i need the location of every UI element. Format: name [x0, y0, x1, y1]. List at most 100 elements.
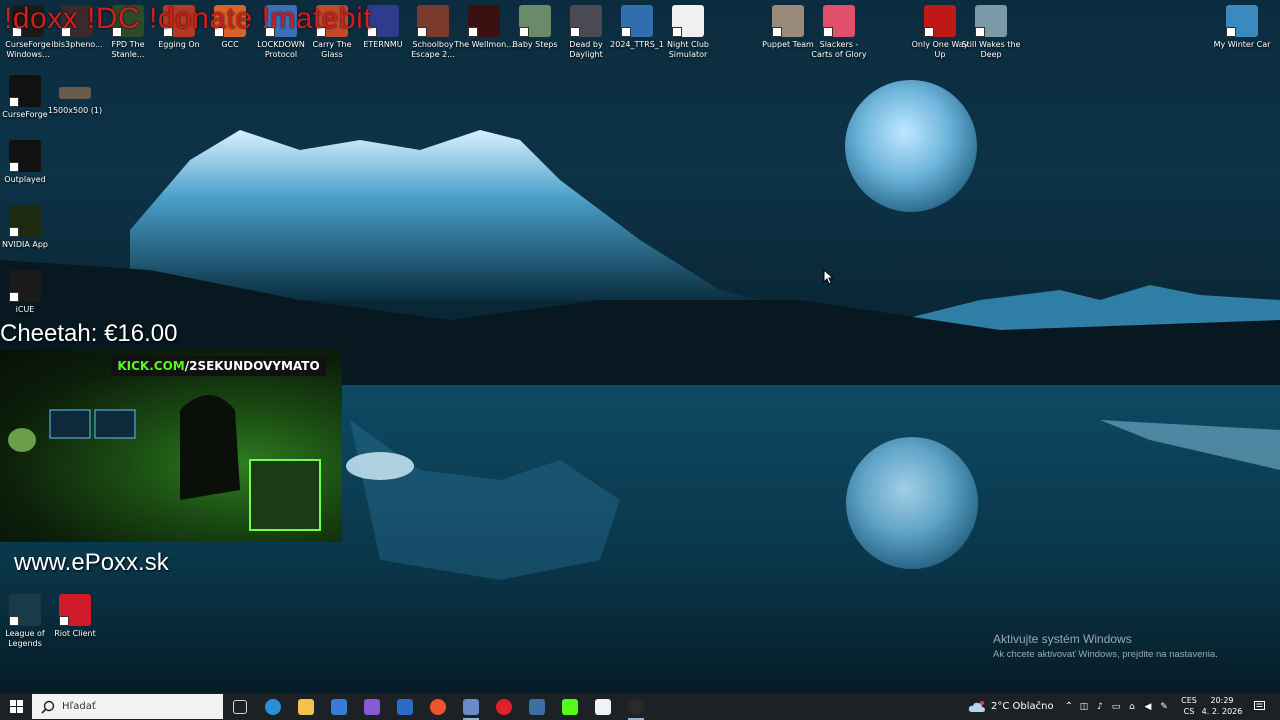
taskbar-app-copilot[interactable]	[356, 693, 388, 720]
desktop-icon-label: Night Club Simulator	[667, 40, 709, 59]
mouse-cursor-icon	[823, 269, 833, 285]
edge-icon	[265, 698, 281, 715]
game-icon	[570, 5, 602, 37]
display-icon[interactable]: ▭	[1108, 702, 1124, 712]
shortcut-arrow-icon	[621, 27, 631, 37]
shortcut-arrow-icon	[9, 97, 19, 107]
start-button[interactable]	[0, 693, 32, 720]
shortcut-arrow-icon	[772, 27, 782, 37]
desktop-icon-icue[interactable]: iCUE	[0, 270, 56, 315]
landscape-scene	[0, 80, 1280, 693]
game-icon	[975, 5, 1007, 37]
obs-studio-icon	[628, 698, 644, 715]
game-icon	[621, 5, 653, 37]
search-placeholder: Hľadať	[62, 701, 96, 712]
desktop-icon-label: NVIDIA App	[2, 240, 48, 249]
desktop-icon-17[interactable]: Still Wakes the Deep	[960, 5, 1022, 60]
outplayed-icon	[9, 140, 41, 172]
language-indicator[interactable]: CES CS	[1177, 695, 1201, 717]
taskbar-app-brave[interactable]	[422, 693, 454, 720]
desktop-icon-15[interactable]: Slackers - Carts of Glory	[808, 5, 870, 60]
store-icon	[331, 698, 347, 715]
webcam-feed	[0, 350, 342, 542]
shortcut-arrow-icon	[59, 616, 69, 626]
weather-widget[interactable]: 2°C Oblačno	[968, 693, 1054, 720]
desktop-icon-riot[interactable]: Riot Client	[44, 594, 106, 639]
desktop-icon-nvidia[interactable]: NVIDIA App	[0, 205, 56, 250]
microphone-icon[interactable]: ♪	[1092, 702, 1108, 712]
game-icon	[672, 5, 704, 37]
curseforge-icon	[9, 75, 41, 107]
taskbar-app-opera[interactable]	[488, 693, 520, 720]
shortcut-arrow-icon	[417, 27, 427, 37]
brave-icon	[430, 698, 446, 715]
game-icon	[417, 5, 449, 37]
webcam-scene	[8, 395, 321, 531]
copilot-icon	[364, 698, 380, 715]
nvidia-icon	[9, 205, 41, 237]
shortcut-arrow-icon	[9, 162, 19, 172]
game-icon	[468, 5, 500, 37]
taskbar-app-kick[interactable]	[554, 693, 586, 720]
taskbar-clock[interactable]: 20:29 4. 2. 2026	[1200, 695, 1244, 717]
donation-alert: Cheetah: €16.00	[0, 320, 178, 347]
system-tray: ⌃ ◫ ♪ ▭ ⌂ ◀ ✎	[1062, 693, 1172, 720]
shortcut-arrow-icon	[570, 27, 580, 37]
shortcut-arrow-icon	[9, 227, 19, 237]
shortcut-arrow-icon	[672, 27, 682, 37]
desktop-icon-label: Still Wakes the Deep	[961, 40, 1021, 59]
kick-suffix: /2SEKUNDOVYMATO	[184, 359, 320, 373]
taskbar-app-obs-studio[interactable]	[620, 693, 652, 720]
notification-center-icon[interactable]	[1252, 693, 1266, 720]
desktop-icon-label: 1500x500 (1)	[47, 106, 103, 115]
taskbar-app-edge[interactable]	[257, 693, 289, 720]
task-view-icon	[233, 699, 247, 714]
shortcut-arrow-icon	[519, 27, 529, 37]
steam-icon	[529, 698, 545, 715]
desktop-icon-outplayed[interactable]: Outplayed	[0, 140, 56, 185]
windows-logo-icon	[9, 700, 23, 713]
game-icon	[924, 5, 956, 37]
shortcut-arrow-icon	[9, 616, 19, 626]
opera-icon	[496, 698, 512, 715]
taskbar-app-obs[interactable]	[587, 693, 619, 720]
show-hidden-icons-chevron-icon[interactable]: ⌃	[1062, 701, 1076, 712]
stream-commands-overlay: !doxx !DC !donate !matebit	[4, 2, 373, 35]
desktop-wallpaper	[0, 0, 1280, 693]
taskbar-app-steam[interactable]	[521, 693, 553, 720]
desktop-icon-label: Riot Client	[54, 629, 96, 638]
desktop-icon-18[interactable]: My Winter Car	[1211, 5, 1273, 50]
search-icon	[41, 700, 55, 714]
taskbar-app-mail[interactable]	[389, 693, 421, 720]
kick-prefix: KICK.COM	[117, 359, 185, 373]
desktop-icon-label: My Winter Car	[1213, 40, 1271, 49]
desktop-icon-label: Slackers - Carts of Glory	[811, 40, 867, 59]
game-icon	[823, 5, 855, 37]
shortcut-arrow-icon	[1226, 27, 1236, 37]
volume-icon[interactable]: ◀	[1140, 702, 1156, 712]
network-icon[interactable]: ⌂	[1124, 702, 1140, 712]
desktop-icon-13[interactable]: Night Club Simulator	[657, 5, 719, 60]
clock-date: 4. 2. 2026	[1201, 707, 1243, 716]
file-explorer-icon	[298, 698, 314, 715]
riot-icon	[59, 594, 91, 626]
activation-title: Aktivujte systém Windows	[993, 632, 1132, 646]
game-icon	[519, 5, 551, 37]
taskbar-app-file-explorer[interactable]	[290, 693, 322, 720]
shortcut-arrow-icon	[924, 27, 934, 37]
icue-icon	[9, 270, 41, 302]
pen-icon[interactable]: ✎	[1156, 702, 1172, 712]
game-icon	[1226, 5, 1258, 37]
taskbar: Hľadať 2°C Oblačno ⌃ ◫ ♪ ▭ ⌂ ◀ ✎ CES CS …	[0, 693, 1280, 720]
image-file-icon	[59, 87, 91, 99]
shortcut-arrow-icon	[468, 27, 478, 37]
taskbar-app-store[interactable]	[323, 693, 355, 720]
tray-app-icon[interactable]: ◫	[1076, 702, 1092, 712]
taskbar-search-box[interactable]: Hľadať	[32, 694, 223, 719]
desktop-icon-image-file[interactable]: 1500x500 (1)	[44, 75, 106, 116]
windows-activation-watermark: Aktivujte systém Windows Ak chcete aktiv…	[993, 632, 1273, 660]
league-icon	[9, 594, 41, 626]
taskbar-app-app[interactable]	[455, 693, 487, 720]
shortcut-arrow-icon	[823, 27, 833, 37]
taskbar-app-task-view[interactable]	[224, 693, 256, 720]
